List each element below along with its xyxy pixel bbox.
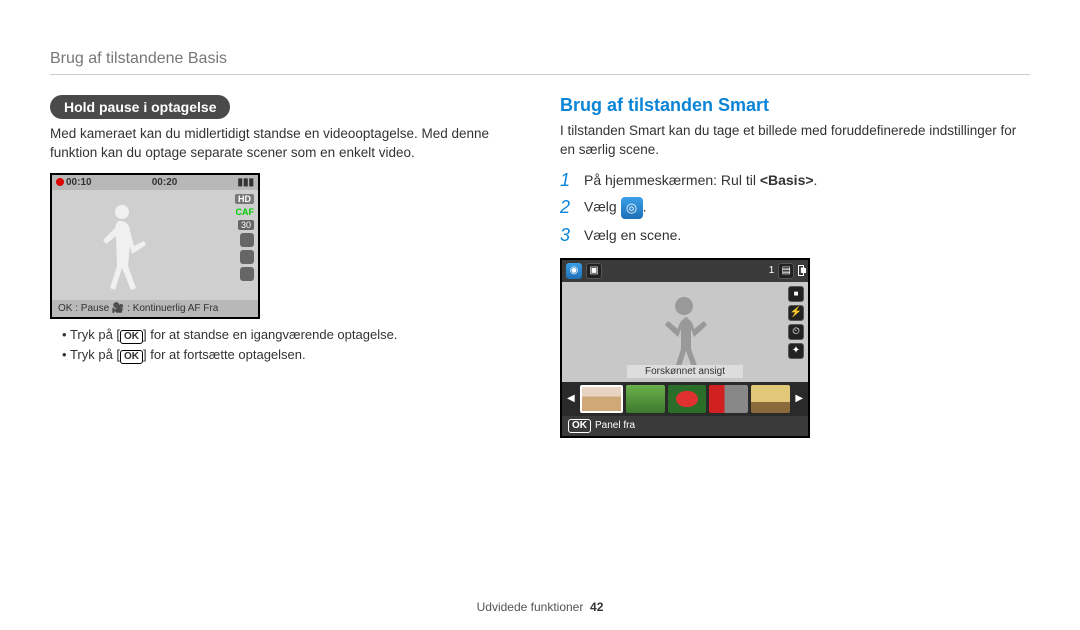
thumb-macro[interactable] [668,385,707,413]
basis-keyword: <Basis> [760,172,814,188]
smart-side-icons: ■ ⚡ ⏲ ✦ [788,286,804,359]
sd-icon: ▤ [778,263,794,279]
smart-intro: I tilstanden Smart kan du tage et billed… [560,122,1030,160]
thumb-action[interactable] [709,385,748,413]
step-3: 3 Vælg en scene. [560,225,1030,246]
smart-screen: ◉ ▣ 1 ▤ ■ ⚡ ⏲ ✦ Forskøn [560,258,810,438]
scene-label: Forskønnet ansigt [627,365,743,378]
smart-heading: Brug af tilstanden Smart [560,95,1030,116]
recording-bottombar: OK : Pause 🎥 : Kontinuerlig AF Fra [52,300,258,317]
battery-icon: ▮▮▮ [237,177,254,188]
right-column: Brug af tilstanden Smart I tilstanden Sm… [560,95,1030,438]
pause-intro: Med kameraet kan du midlertidigt standse… [50,125,520,163]
content-columns: Hold pause i optagelse Med kameraet kan … [50,95,1030,438]
smart-steps: 1 På hjemmeskærmen: Rul til <Basis>. 2 V… [560,170,1030,246]
camera-mode-icon: ◉ [566,263,582,279]
recording-screen: 00:10 00:20 ▮▮▮ HD CAF 30 OK : Pause [50,173,260,319]
ok-button-icon: OK [120,330,143,344]
target-icon: ▣ [586,263,602,279]
smart-bottombar: OK Panel fra [562,416,808,436]
effect-icon: ✦ [788,343,804,359]
timer-icon: ⏲ [788,324,804,340]
step-number: 3 [560,225,576,246]
step-1: 1 På hjemmeskærmen: Rul til <Basis>. [560,170,1030,191]
hand-icon [240,267,254,281]
chevron-right-icon[interactable]: ▶ [793,393,805,404]
recording-topbar: 00:10 00:20 ▮▮▮ [52,175,258,190]
footer-section: Udvidede funktioner [477,600,584,614]
recording-bottom-text: OK : Pause 🎥 : Kontinuerlig AF Fra [58,303,218,314]
scene-thumbnails: ◀ ▶ [562,382,808,416]
footer-page: 42 [590,600,603,614]
ok-button-icon: OK [568,419,591,433]
pause-bullets: Tryk på [OK] for at standse en igangvære… [50,327,520,364]
thumb-landscape[interactable] [626,385,665,413]
thumb-silhouette[interactable] [751,385,790,413]
elapsed-time: 00:10 [66,177,92,188]
page-footer: Udvidede funktioner 42 [0,600,1080,614]
stabilizer-icon [240,250,254,264]
recording-viewport: HD CAF 30 [52,190,258,300]
pause-pill: Hold pause i optagelse [50,95,230,119]
smart-viewport: ■ ⚡ ⏲ ✦ Forskønnet ansigt [562,282,808,382]
child-silhouette-icon [657,294,712,374]
recording-elapsed: 00:10 [56,177,92,188]
fps-indicator: 30 [238,220,254,230]
thumb-portrait[interactable] [580,385,623,413]
dancer-silhouette-icon [92,200,152,295]
smart-mode-icon: ◎ [621,197,643,219]
caf-indicator: CAF [236,207,255,217]
flash-icon: ⚡ [788,305,804,321]
step-number: 1 [560,170,576,191]
mic-icon [240,233,254,247]
hd-badge-icon: HD [235,194,254,204]
battery-icon [798,265,804,276]
smart-topbar: ◉ ▣ 1 ▤ [562,260,808,282]
page-header: Brug af tilstandene Basis [50,50,1030,68]
chevron-left-icon[interactable]: ◀ [565,393,577,404]
left-column: Hold pause i optagelse Med kameraet kan … [50,95,520,438]
counter: 1 [769,265,775,276]
record-dot-icon [56,178,64,186]
smart-top-right: 1 ▤ [769,263,804,279]
bullet-resume: Tryk på [OK] for at fortsætte optagelsen… [62,347,520,364]
recording-total: 00:20 [152,177,178,188]
smart-top-left: ◉ ▣ [566,263,602,279]
step-2: 2 Vælg ◎. [560,197,1030,219]
panel-off-label: Panel fra [595,420,635,431]
resolution-icon: ■ [788,286,804,302]
bullet-pause: Tryk på [OK] for at standse en igangvære… [62,327,520,344]
step-number: 2 [560,197,576,218]
recording-side-icons: HD CAF 30 [235,194,254,281]
header-rule [50,74,1030,75]
ok-button-icon: OK [120,350,143,364]
